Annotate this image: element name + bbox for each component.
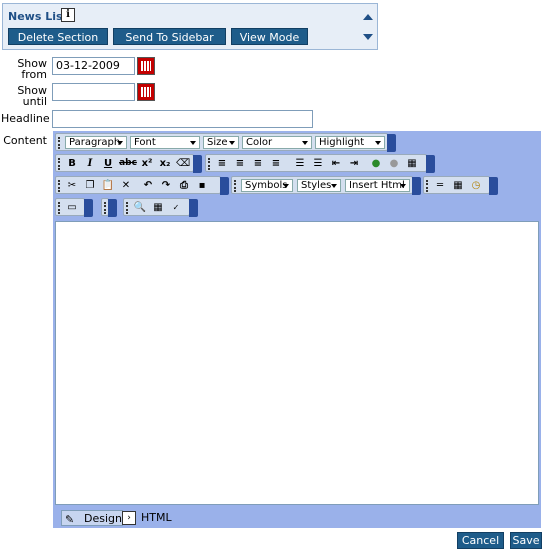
subscript-icon[interactable]: x₂ [158,157,172,170]
print-icon[interactable]: ⎙ [177,179,191,192]
toolbar-options-icon[interactable] [489,177,498,195]
align-left-icon[interactable]: ≡ [215,157,229,170]
save-button[interactable]: Save [510,532,542,549]
toolbar-grip [58,137,60,149]
show-from-input[interactable]: 03-12-2009 [52,57,135,75]
color-dropdown[interactable]: Color [242,136,312,149]
paste-icon[interactable]: 📋 [101,179,115,192]
panel-title: News List [8,10,68,23]
numbered-list-icon[interactable]: ☰ [311,157,325,170]
design-icon: ✎ [65,513,75,526]
align-center-icon[interactable]: ≡ [233,157,247,170]
align-right-icon[interactable]: ≡ [251,157,265,170]
indent-icon[interactable]: ⇥ [347,157,361,170]
grid-icon[interactable]: ▦ [151,201,165,214]
redo-icon[interactable]: ↷ [159,179,173,192]
paragraph-dropdown[interactable]: Paragraph [65,136,127,149]
justify-icon[interactable]: ≡ [269,157,283,170]
superscript-icon[interactable]: x² [140,157,154,170]
size-dropdown[interactable]: Size [203,136,239,149]
delete-section-button[interactable]: Delete Section [8,28,108,45]
insert-date-icon[interactable]: ▦ [451,179,465,192]
send-to-sidebar-button[interactable]: Send To Sidebar [113,28,226,45]
show-from-label: Show from [17,57,47,81]
insert-html-dropdown[interactable]: Insert Html [345,179,410,192]
show-from-calendar-icon[interactable] [137,57,155,75]
underline-icon[interactable]: U [101,157,115,170]
toolbar-format: B I U abc x² x₂ ⌫ [55,154,202,173]
copy-icon[interactable]: ❐ [83,179,97,192]
spellcheck-icon[interactable]: ✓ [169,201,183,214]
link-icon[interactable]: ● [369,157,383,170]
toolbar-extras: ═ ▦ ◷ [423,176,498,195]
italic-icon[interactable]: I [83,157,97,170]
toolbar-grip [426,180,428,192]
move-down-icon[interactable] [363,34,373,40]
toolbar-grip [104,202,106,214]
toolbar-options-icon[interactable] [220,177,229,195]
horizontal-rule-icon[interactable]: ═ [433,179,447,192]
toolbar-options-icon[interactable] [412,177,421,195]
toolbar-insert: Symbols Styles Insert Html [231,176,421,195]
table-icon[interactable]: ▦ [405,157,419,170]
undo-icon[interactable]: ↶ [141,179,155,192]
symbols-dropdown[interactable]: Symbols [241,179,293,192]
cancel-button[interactable]: Cancel [457,532,504,549]
move-up-icon[interactable] [363,14,373,20]
headline-input[interactable] [52,110,313,128]
save-icon[interactable]: ▪ [195,179,209,192]
toolbar-grip [234,180,236,192]
bullet-list-icon[interactable]: ☰ [293,157,307,170]
html-icon: › [122,511,136,525]
news-list-panel: News List i Delete Section Send To Sideb… [2,3,378,50]
toolbar-options-icon[interactable] [193,155,202,173]
toolbar-grip [58,180,60,192]
form-icon[interactable]: ▭ [65,201,79,214]
toolbar-options-icon[interactable] [84,199,93,217]
toolbar-grip [58,158,60,170]
content-label: Content [3,134,47,147]
toolbar-tools: 🔍 ▦ ✓ [123,198,198,217]
eraser-icon[interactable]: ⌫ [176,157,190,170]
delete-icon[interactable]: ✕ [119,179,133,192]
insert-time-icon[interactable]: ◷ [469,179,483,192]
toolbar-options-icon[interactable] [189,199,198,217]
toolbar-grip [126,202,128,214]
toolbar-options-icon[interactable] [426,155,435,173]
toolbar-empty [101,198,117,217]
design-mode-label: Design [84,512,122,525]
show-until-calendar-icon[interactable] [137,83,155,101]
toolbar-grip [208,158,210,170]
toolbar-paragraph: ≡ ≡ ≡ ≡ ☰ ☰ ⇤ ⇥ ● ● ▦ [205,154,435,173]
toolbar-edit: ✂ ❐ 📋 ✕ ↶ ↷ ⎙ ▪ [55,176,229,195]
design-mode-tab[interactable]: ✎ Design [61,510,123,526]
editor-mode-bar: ✎ Design › HTML [53,508,541,528]
unlink-icon[interactable]: ● [387,157,401,170]
rich-text-editor: Paragraph Font Size Color Highlight B I … [53,131,541,528]
html-mode-tab[interactable]: › HTML [119,510,179,526]
toolbar-options-icon[interactable] [108,199,117,217]
headline-label: Headline [1,112,50,125]
toolbar-dropdowns: Paragraph Font Size Color Highlight [55,133,396,152]
content-editing-area[interactable] [55,221,539,505]
cut-icon[interactable]: ✂ [65,179,79,192]
info-icon[interactable]: i [61,8,75,22]
bold-icon[interactable]: B [65,157,79,170]
outdent-icon[interactable]: ⇤ [329,157,343,170]
view-mode-button[interactable]: View Mode [231,28,308,45]
toolbar-grip [58,202,60,214]
styles-dropdown[interactable]: Styles [297,179,341,192]
show-until-input[interactable] [52,83,135,101]
preview-icon[interactable]: 🔍 [133,201,147,214]
font-dropdown[interactable]: Font [130,136,200,149]
show-until-label: Show until [17,84,47,108]
html-mode-label: HTML [141,511,172,524]
toolbar-form: ▭ [55,198,93,217]
toolbar-options-icon[interactable] [387,134,396,152]
strikethrough-icon[interactable]: abc [119,157,137,170]
highlight-dropdown[interactable]: Highlight [315,136,385,149]
